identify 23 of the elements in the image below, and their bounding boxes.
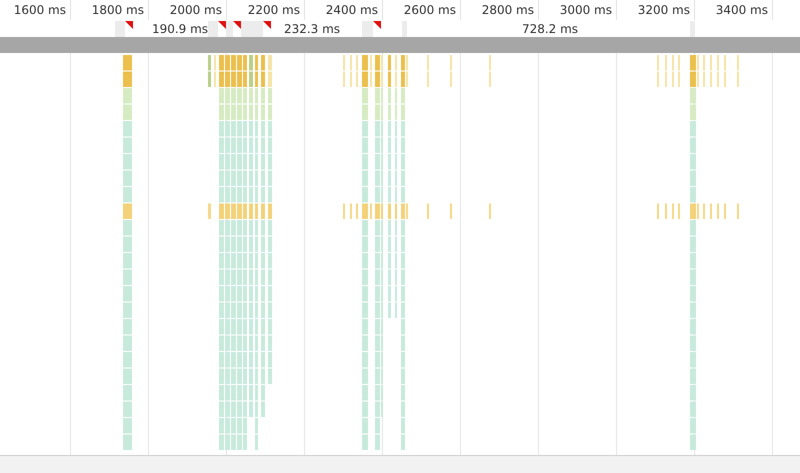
time-tick-label: 2400 ms bbox=[326, 3, 378, 17]
frame-block[interactable] bbox=[362, 21, 373, 37]
frame-block[interactable] bbox=[402, 21, 407, 37]
frame-block[interactable] bbox=[226, 21, 233, 37]
warning-flag-icon bbox=[125, 21, 133, 29]
warning-flag-icon bbox=[263, 21, 271, 29]
frame-block[interactable] bbox=[208, 21, 218, 37]
time-tick-label: 2600 ms bbox=[404, 3, 456, 17]
time-tick-label: 3400 ms bbox=[716, 3, 768, 17]
warning-flag-icon bbox=[373, 21, 381, 29]
frame-duration-label: 232.3 ms bbox=[284, 22, 340, 36]
time-tick-label: 3000 ms bbox=[560, 3, 612, 17]
time-tick-label: 1800 ms bbox=[92, 3, 144, 17]
time-tick-label: 3200 ms bbox=[638, 3, 690, 17]
frame-duration-label: 728.2 ms bbox=[522, 22, 578, 36]
frame-block[interactable] bbox=[241, 21, 263, 37]
time-tick-label: 2800 ms bbox=[482, 3, 534, 17]
time-tick-label: 2000 ms bbox=[170, 3, 222, 17]
frame-block[interactable] bbox=[115, 21, 125, 37]
time-tick-label: 1600 ms bbox=[14, 3, 66, 17]
time-tick-label: 2200 ms bbox=[248, 3, 300, 17]
frame-block[interactable] bbox=[690, 21, 695, 37]
frame-duration-label: 190.9 ms bbox=[152, 22, 208, 36]
